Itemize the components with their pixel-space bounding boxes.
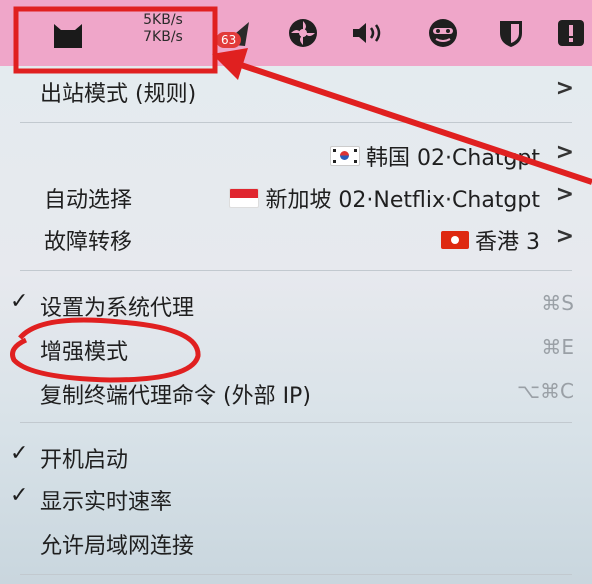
shortcut-label: ⌘S (541, 291, 574, 315)
set-system-proxy-label: 设置为系统代理 (40, 296, 195, 321)
auto-select-label: 自动选择 (44, 188, 133, 213)
fan-status-item[interactable] (283, 0, 323, 66)
notification-badge: 63 (216, 32, 242, 48)
allow-lan-label: 允许局域网连接 (40, 534, 195, 559)
copy-terminal-label: 复制终端代理命令 (外部 IP) (40, 384, 311, 409)
enhanced-mode-label: 增强模式 (40, 340, 129, 365)
shortcut-label: ⌘E (541, 335, 574, 359)
volume-status-item[interactable] (348, 0, 390, 66)
separator (20, 574, 572, 575)
alert-icon (558, 20, 584, 46)
selected-server: 新加坡 02·Netflix·Chatgpt (229, 182, 540, 214)
dropdown-menu: 出站模式 (规则) > 韩国 02·Chatgpt > 自动选择 新加坡 02·… (0, 66, 592, 584)
shield-status-item[interactable] (493, 0, 529, 66)
alert-status-item[interactable] (553, 0, 589, 66)
menu-item-copy-terminal-command[interactable]: 复制终端代理命令 (外部 IP) ⌥⌘C (0, 372, 592, 412)
clashx-status-item[interactable]: 5KB/s 7KB/s (18, 0, 212, 66)
korea-flag-icon (330, 146, 361, 166)
chevron-right-icon: > (555, 224, 574, 249)
separator (20, 122, 572, 123)
shortcut-label: ⌥⌘C (516, 379, 574, 403)
cat-icon (54, 24, 82, 48)
chevron-right-icon: > (555, 182, 574, 207)
menu-item-allow-lan[interactable]: 允许局域网连接 (0, 522, 592, 562)
checkmark-icon: ✓ (10, 483, 29, 508)
show-speed-label: 显示实时速率 (40, 490, 173, 515)
failover-label: 故障转移 (44, 230, 133, 255)
menu-item-proxy-group-1[interactable]: 韩国 02·Chatgpt > (0, 134, 592, 174)
fan-icon (289, 19, 317, 47)
airplane-status-item[interactable]: 63 (212, 0, 260, 66)
outbound-mode-label: 出站模式 (规则) (40, 82, 197, 107)
menu-item-auto-select[interactable]: 自动选择 新加坡 02·Netflix·Chatgpt > (0, 176, 592, 216)
menu-item-launch-at-login[interactable]: ✓ 开机启动 (0, 436, 592, 476)
upload-speed: 5KB/s (143, 12, 183, 28)
hongkong-flag-icon (441, 231, 469, 249)
separator (20, 422, 572, 423)
selected-server: 韩国 02·Chatgpt (330, 140, 540, 172)
menu-item-set-system-proxy[interactable]: ✓ 设置为系统代理 ⌘S (0, 284, 592, 324)
volume-icon (353, 23, 381, 43)
checkmark-icon: ✓ (10, 441, 29, 466)
selected-server: 香港 3 (441, 224, 540, 256)
menu-bar: 5KB/s 7KB/s 63 (0, 0, 592, 66)
mask-icon (429, 19, 457, 47)
menu-item-failover[interactable]: 故障转移 香港 3 > (0, 218, 592, 258)
mask-status-item[interactable] (423, 0, 463, 66)
separator (20, 270, 572, 271)
launch-at-login-label: 开机启动 (40, 448, 129, 473)
menu-item-outbound-mode[interactable]: 出站模式 (规则) > (0, 70, 592, 110)
menu-item-enhanced-mode[interactable]: 增强模式 ⌘E (0, 328, 592, 368)
chevron-right-icon: > (555, 140, 574, 165)
chevron-right-icon: > (555, 76, 574, 101)
shield-icon (500, 21, 522, 47)
checkmark-icon: ✓ (10, 289, 29, 314)
singapore-flag-icon (229, 188, 260, 208)
download-speed: 7KB/s (143, 29, 183, 45)
blurred-group-label (34, 140, 114, 166)
menu-item-show-speed[interactable]: ✓ 显示实时速率 (0, 478, 592, 518)
